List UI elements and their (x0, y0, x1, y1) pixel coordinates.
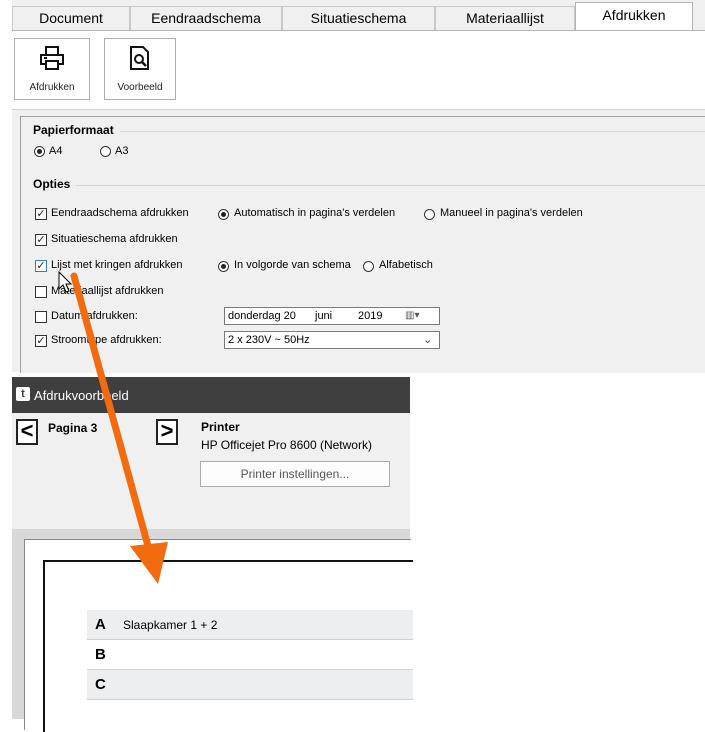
annotation-overlay (58, 270, 168, 584)
mouse-cursor-icon (58, 270, 73, 293)
orange-arrow-head (130, 542, 168, 584)
orange-arrow-shaft (70, 272, 152, 550)
